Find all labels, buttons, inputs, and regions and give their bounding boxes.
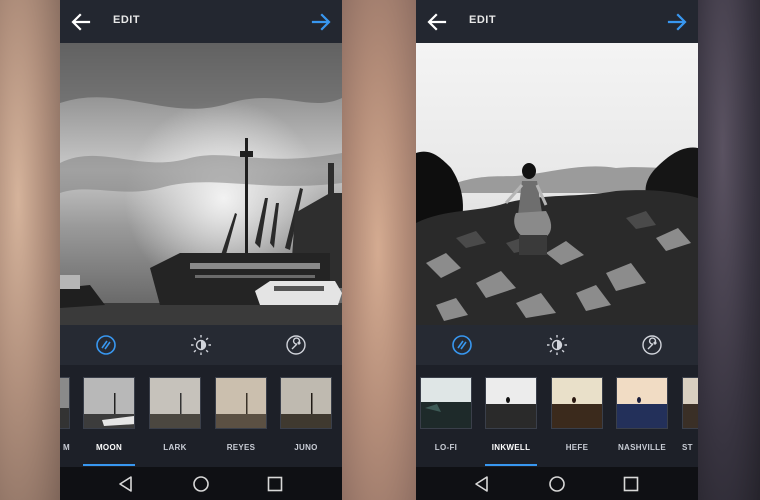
edit-tool-row xyxy=(60,325,342,365)
back-arrow-icon[interactable] xyxy=(70,11,92,33)
back-triangle-icon[interactable] xyxy=(117,475,135,493)
wrench-icon[interactable] xyxy=(640,333,664,357)
photo-preview xyxy=(416,43,698,325)
page-title: EDIT xyxy=(113,14,141,26)
filter-option[interactable]: NASHVILLE xyxy=(616,377,668,452)
filter-label: M xyxy=(63,443,70,452)
filter-thumbnail xyxy=(83,377,135,429)
back-arrow-icon[interactable] xyxy=(426,11,448,33)
edit-header: EDIT xyxy=(60,0,342,43)
filter-label: LARK xyxy=(163,443,187,452)
filter-thumbnail xyxy=(280,377,332,429)
filter-thumbnail xyxy=(149,377,201,429)
next-arrow-icon[interactable] xyxy=(310,11,332,33)
page-title: EDIT xyxy=(469,14,497,26)
filter-thumbnail xyxy=(420,377,472,429)
filter-option[interactable]: M xyxy=(60,377,70,452)
phone-screen-left: EDIT M MOON LARK REYES JUNO xyxy=(60,0,342,500)
edit-header: EDIT xyxy=(416,0,698,43)
recents-square-icon[interactable] xyxy=(266,475,284,493)
filter-label: ST xyxy=(682,443,693,452)
filter-label: MOON xyxy=(95,443,123,452)
filter-thumbnail xyxy=(682,377,698,429)
filter-option[interactable]: ST xyxy=(682,377,698,452)
lux-brightness-icon[interactable] xyxy=(545,333,569,357)
filter-strip: M MOON LARK REYES JUNO xyxy=(60,365,342,467)
filter-option[interactable]: REYES xyxy=(215,377,267,452)
back-triangle-icon[interactable] xyxy=(473,475,491,493)
filter-option[interactable]: LO-FI xyxy=(420,377,472,452)
woman-on-rocks-photo xyxy=(416,43,698,325)
harbor-photo xyxy=(60,43,342,325)
filter-thumbnail xyxy=(551,377,603,429)
filter-label: NASHVILLE xyxy=(617,443,667,452)
filter-option[interactable]: LARK xyxy=(149,377,201,452)
filter-option[interactable]: JUNO xyxy=(280,377,332,452)
phone-screen-right: EDIT LO-FI INKWELL HEFE NASHVILLE ST xyxy=(416,0,698,500)
filter-label: LO-FI xyxy=(434,443,458,452)
filter-icon[interactable] xyxy=(450,333,474,357)
android-nav-bar xyxy=(416,467,698,500)
filter-strip: LO-FI INKWELL HEFE NASHVILLE ST xyxy=(416,365,698,467)
filter-thumbnail xyxy=(616,377,668,429)
recents-square-icon[interactable] xyxy=(622,475,640,493)
home-circle-icon[interactable] xyxy=(548,475,566,493)
background-blur-middle xyxy=(340,0,416,500)
filter-label: REYES xyxy=(226,443,256,452)
filter-label: HEFE xyxy=(565,443,589,452)
filter-option-selected[interactable]: MOON xyxy=(83,377,135,452)
filter-option-selected[interactable]: INKWELL xyxy=(485,377,537,452)
filter-thumbnail xyxy=(215,377,267,429)
background-blur-right xyxy=(698,0,760,500)
filter-icon[interactable] xyxy=(94,333,118,357)
filter-label: INKWELL xyxy=(491,443,531,452)
background-blur-left xyxy=(0,0,60,500)
filter-label: JUNO xyxy=(294,443,318,452)
filter-thumbnail xyxy=(60,377,70,429)
filter-thumbnail xyxy=(485,377,537,429)
selected-filter-indicator xyxy=(83,464,135,466)
edit-tool-row xyxy=(416,325,698,365)
filter-option[interactable]: HEFE xyxy=(551,377,603,452)
home-circle-icon[interactable] xyxy=(192,475,210,493)
selected-filter-indicator xyxy=(485,464,537,466)
photo-preview xyxy=(60,43,342,325)
android-nav-bar xyxy=(60,467,342,500)
wrench-icon[interactable] xyxy=(284,333,308,357)
lux-brightness-icon[interactable] xyxy=(189,333,213,357)
next-arrow-icon[interactable] xyxy=(666,11,688,33)
